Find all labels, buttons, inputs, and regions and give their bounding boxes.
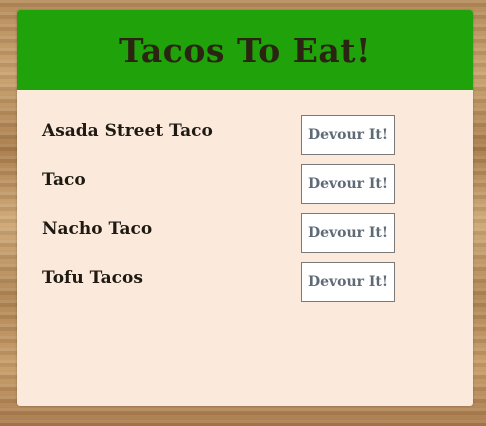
devour-button[interactable]: Devour It! bbox=[301, 213, 395, 253]
taco-row: Taco Devour It! bbox=[17, 164, 473, 213]
taco-name: Taco bbox=[42, 170, 86, 190]
tacos-panel: Tacos To Eat! Asada Street Taco Devour I… bbox=[17, 10, 473, 406]
devour-button[interactable]: Devour It! bbox=[301, 115, 395, 155]
panel-header: Tacos To Eat! bbox=[17, 10, 473, 90]
taco-name: Asada Street Taco bbox=[42, 121, 213, 141]
page-title: Tacos To Eat! bbox=[119, 30, 371, 70]
taco-row: Asada Street Taco Devour It! bbox=[17, 115, 473, 164]
taco-name: Tofu Tacos bbox=[42, 268, 143, 288]
taco-row: Tofu Tacos Devour It! bbox=[17, 262, 473, 311]
taco-row: Nacho Taco Devour It! bbox=[17, 213, 473, 262]
taco-name: Nacho Taco bbox=[42, 219, 153, 239]
devour-button[interactable]: Devour It! bbox=[301, 262, 395, 302]
devour-button[interactable]: Devour It! bbox=[301, 164, 395, 204]
taco-list: Asada Street Taco Devour It! Taco Devour… bbox=[17, 115, 473, 311]
